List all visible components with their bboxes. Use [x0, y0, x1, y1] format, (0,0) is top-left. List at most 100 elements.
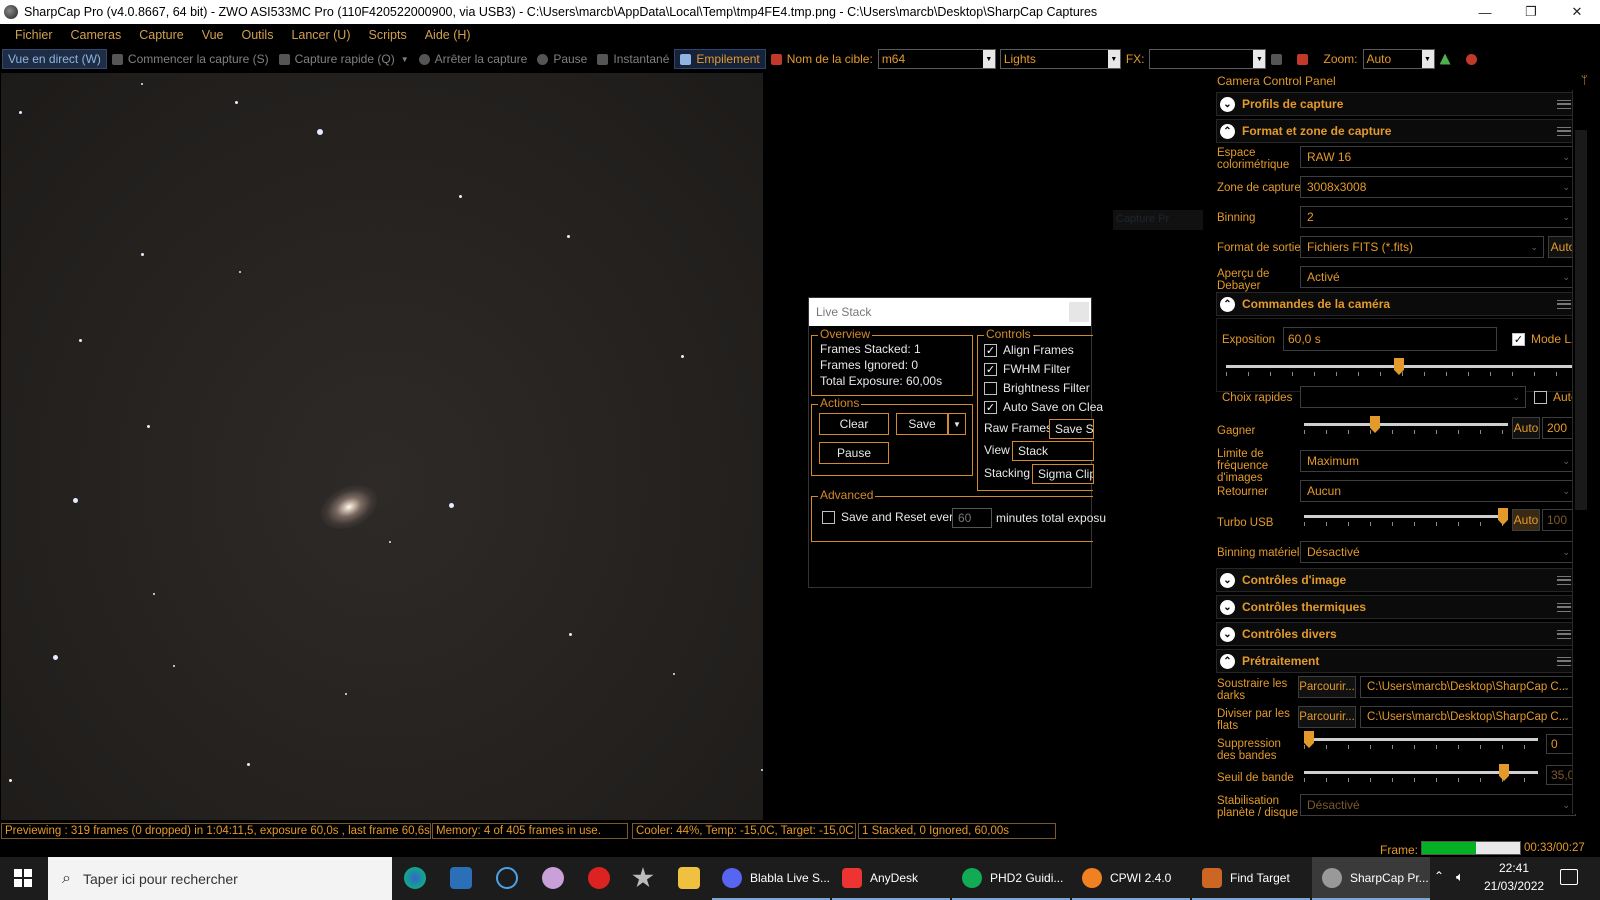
menu-icon[interactable] — [1557, 602, 1571, 612]
menu-icon[interactable] — [1557, 99, 1571, 109]
section-camera-controls[interactable]: ⌃ Commandes de la caméra — [1216, 292, 1580, 316]
quick-capture-button[interactable]: Capture rapide (Q) ▼ — [274, 49, 414, 69]
live-view-button[interactable]: Vue en direct (W) — [2, 49, 107, 69]
section-image-controls[interactable]: ⌄ Contrôles d'image — [1216, 568, 1580, 592]
band-threshold-slider[interactable] — [1304, 764, 1538, 782]
fx-settings-button[interactable] — [1266, 49, 1292, 69]
clear-button[interactable]: Clear — [819, 413, 889, 435]
minutes-stepper[interactable]: 60 — [952, 508, 992, 528]
stacking-mode-select[interactable]: Sigma Clipp — [1032, 464, 1094, 484]
menu-icon[interactable] — [1557, 575, 1571, 585]
view-select[interactable]: Stack — [1012, 441, 1094, 461]
raw-frames-select[interactable]: Save St — [1049, 419, 1094, 439]
fwhm-filter-checkbox[interactable]: ✓ FWHM Filter — [984, 362, 1070, 376]
frame-type-select[interactable]: Lights ▼ — [999, 49, 1121, 69]
chevron-up-icon[interactable]: ⌃ — [1434, 869, 1444, 883]
windows-start-icon[interactable] — [14, 869, 32, 887]
taskbar-app-5[interactable]: SharpCap Pr... — [1312, 857, 1430, 900]
expand-icon[interactable]: ⌄ — [1220, 626, 1235, 642]
menu-scripts[interactable]: Scripts — [360, 28, 416, 42]
save-button[interactable]: Save — [896, 413, 948, 435]
gain-slider[interactable] — [1304, 416, 1508, 434]
menu-icon[interactable] — [1557, 656, 1571, 666]
close-button[interactable]: ✕ — [1554, 0, 1600, 24]
menu-aide[interactable]: Aide (H) — [416, 28, 480, 42]
expand-icon[interactable]: ⌄ — [1220, 572, 1235, 588]
browse-darks-button[interactable]: Parcourir... — [1298, 676, 1356, 698]
usb-turbo-value[interactable]: 100 — [1542, 509, 1574, 531]
taskbar-app-2[interactable]: PHD2 Guidi... — [952, 857, 1070, 900]
maximize-button[interactable]: ❐ — [1508, 0, 1554, 24]
expand-icon[interactable]: ⌄ — [1220, 96, 1235, 112]
star-app-icon[interactable] — [632, 867, 654, 888]
clock-time[interactable]: 22:41 — [1484, 861, 1544, 875]
taskbar-app-0[interactable]: Blabla Live S... — [712, 857, 830, 900]
app-icon[interactable] — [450, 867, 472, 889]
debayer-select[interactable]: Activé ⌄ — [1300, 266, 1576, 288]
menu-lancer[interactable]: Lancer (U) — [282, 28, 359, 42]
notification-icon[interactable] — [1560, 869, 1578, 885]
pin-icon[interactable]: ᛘ — [1581, 73, 1588, 87]
usb-auto-button[interactable]: Auto — [1512, 509, 1540, 531]
auto-save-checkbox[interactable]: ✓ Auto Save on Clea — [984, 400, 1103, 414]
speaker-icon[interactable]: 🔈︎ — [1456, 869, 1464, 885]
align-frames-checkbox[interactable]: ✓ Align Frames — [984, 343, 1074, 357]
lx-mode-checkbox[interactable]: ✓ Mode LX — [1512, 332, 1579, 346]
live-stack-header[interactable]: Live Stack — [809, 298, 1091, 326]
quick-choice-select[interactable]: ⌄ — [1300, 386, 1526, 408]
taskbar-app-1[interactable]: AnyDesk — [832, 857, 950, 900]
panel-scrollbar[interactable] — [1572, 90, 1588, 814]
taskbar-search[interactable]: ⌕ Taper ici pour rechercher — [48, 857, 392, 900]
flip-select[interactable]: Aucun ⌄ — [1300, 480, 1576, 502]
collapse-icon[interactable]: ⌃ — [1220, 653, 1235, 669]
menu-icon[interactable] — [1557, 629, 1571, 639]
exposure-input[interactable]: 60,0 s — [1283, 327, 1497, 351]
exposure-slider[interactable] — [1226, 358, 1572, 376]
chevron-down-icon[interactable]: ▼ — [982, 50, 995, 68]
pause-button[interactable]: Pause — [532, 49, 592, 69]
histogram-button[interactable] — [1435, 49, 1461, 69]
stop-capture-button[interactable]: Arrêter la capture — [414, 49, 533, 69]
chevron-down-icon[interactable]: ▼ — [1107, 50, 1120, 68]
chevron-down-icon[interactable]: ▼ — [1253, 50, 1266, 68]
target-name-input[interactable]: m64 ▼ — [877, 49, 996, 69]
crosshair-button[interactable] — [1292, 49, 1318, 69]
app-icon[interactable] — [588, 867, 610, 889]
taskbar-app-4[interactable]: Find Target — [1192, 857, 1310, 900]
frame-rate-select[interactable]: Maximum ⌄ — [1300, 450, 1576, 472]
camera-image[interactable] — [1, 73, 763, 820]
app-icon[interactable] — [542, 867, 564, 889]
section-format-area[interactable]: ⌃ Format et zone de capture — [1216, 119, 1580, 143]
menu-cameras[interactable]: Cameras — [62, 28, 131, 42]
flats-path-select[interactable]: C:\Users\marcb\Desktop\SharpCap C... ⌄ — [1360, 706, 1576, 728]
section-preprocessing[interactable]: ⌃ Prétraitement — [1216, 649, 1580, 673]
tools-button[interactable] — [1461, 49, 1487, 69]
save-dropdown-button[interactable]: ▼ — [948, 413, 966, 435]
collapse-icon[interactable]: ⌃ — [1220, 123, 1235, 139]
output-format-select[interactable]: Fichiers FITS (*.fits) ⌄ — [1300, 236, 1544, 258]
start-capture-button[interactable]: Commencer la capture (S) — [107, 49, 274, 69]
section-thermal-controls[interactable]: ⌄ Contrôles thermiques — [1216, 595, 1580, 619]
clock-date[interactable]: 21/03/2022 — [1484, 879, 1544, 893]
browse-flats-button[interactable]: Parcourir... — [1298, 706, 1356, 728]
banding-slider[interactable] — [1304, 731, 1538, 749]
scrollbar-thumb[interactable] — [1575, 130, 1587, 510]
usb-turbo-slider[interactable] — [1304, 508, 1508, 526]
binning-select[interactable]: 2 ⌄ — [1300, 206, 1576, 228]
menu-icon[interactable] — [1557, 299, 1571, 309]
file-explorer-icon[interactable] — [678, 867, 700, 889]
menu-icon[interactable] — [1557, 126, 1571, 136]
chevron-down-icon[interactable]: ▼ — [1421, 50, 1434, 68]
menu-vue[interactable]: Vue — [193, 28, 233, 42]
brightness-filter-checkbox[interactable]: Brightness Filter — [984, 381, 1090, 395]
fx-select[interactable]: ▼ — [1149, 49, 1267, 69]
gain-auto-button[interactable]: Auto — [1512, 417, 1540, 439]
app-icon[interactable] — [496, 867, 518, 889]
save-reset-checkbox[interactable]: Save and Reset every — [822, 510, 959, 524]
section-capture-profiles[interactable]: ⌄ Profils de capture — [1216, 92, 1580, 116]
expand-icon[interactable]: ⌄ — [1220, 599, 1235, 615]
zoom-select[interactable]: Auto ▼ — [1362, 49, 1435, 69]
minimize-button[interactable]: — — [1462, 0, 1508, 24]
collapse-icon[interactable]: ⌃ — [1220, 296, 1235, 312]
menu-capture[interactable]: Capture — [130, 28, 192, 42]
